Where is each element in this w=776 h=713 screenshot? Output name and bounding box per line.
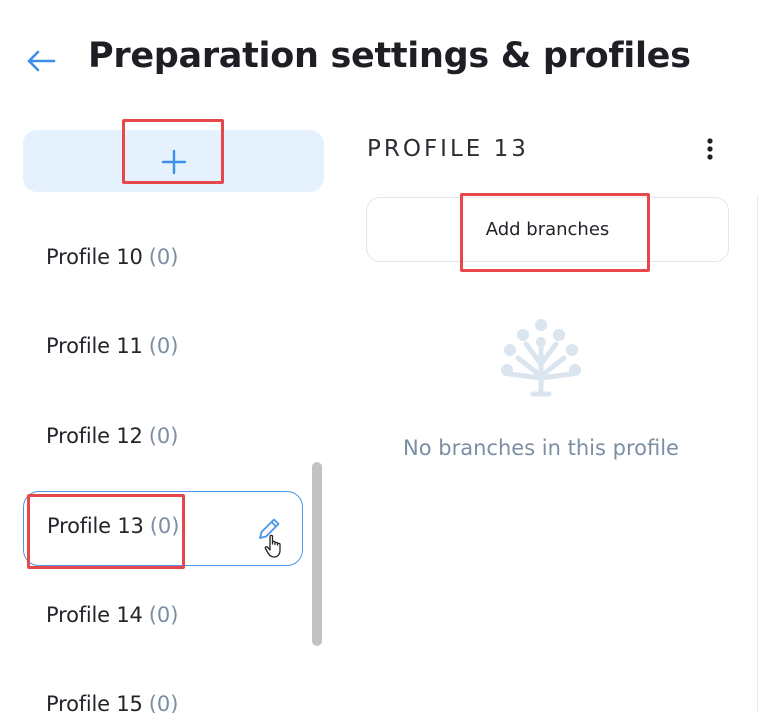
profile-count: (0): [148, 603, 179, 627]
profile-label: Profile 11 (0): [46, 334, 178, 358]
profile-name: Profile 10: [46, 245, 143, 269]
panel-divider: [757, 196, 758, 713]
profile-count: (0): [148, 424, 179, 448]
profile-item-12[interactable]: Profile 12 (0): [23, 402, 303, 475]
profile-label: Profile 10 (0): [46, 245, 178, 269]
profile-count: (0): [148, 334, 179, 358]
profile-list: Profile 10 (0) Profile 11 (0) Profile 12 (0…: [23, 214, 305, 713]
profile-heading: PROFILE 13: [367, 136, 529, 162]
profile-label: Profile 12 (0): [46, 424, 178, 448]
profile-item-11[interactable]: Profile 11 (0): [23, 312, 303, 385]
profile-label: Profile 13 (0): [47, 514, 179, 538]
scrollbar[interactable]: [309, 462, 323, 646]
profile-label: Profile 15 (0): [46, 692, 178, 713]
page: Preparation settings & profiles Profile …: [0, 0, 776, 713]
empty-state-message: No branches in this profile: [403, 436, 679, 460]
page-title: Preparation settings & profiles: [88, 36, 691, 76]
profile-name: Profile 13: [47, 514, 144, 538]
profile-name: Profile 12: [46, 424, 143, 448]
profile-item-14[interactable]: Profile 14 (0): [23, 581, 303, 654]
more-vertical-icon[interactable]: [700, 136, 720, 162]
hand-pointer-icon: [264, 534, 281, 558]
profile-name: Profile 15: [46, 692, 143, 713]
profile-name: Profile 14: [46, 603, 143, 627]
profile-item-15[interactable]: Profile 15 (0): [23, 670, 303, 713]
profile-label: Profile 14 (0): [46, 603, 178, 627]
profile-item-13[interactable]: Profile 13 (0): [23, 491, 303, 566]
profile-item-10[interactable]: Profile 10 (0): [23, 223, 303, 296]
profile-name: Profile 11: [46, 334, 143, 358]
scrollbar-thumb[interactable]: [312, 462, 322, 646]
profile-count: (0): [148, 692, 179, 713]
plus-icon: [161, 149, 187, 175]
tree-icon: [501, 319, 581, 397]
add-branches-button[interactable]: Add branches: [366, 197, 729, 262]
profile-count: (0): [148, 245, 179, 269]
profile-count: (0): [149, 514, 180, 538]
arrow-left-icon[interactable]: [24, 44, 58, 78]
add-profile-button[interactable]: [23, 130, 324, 192]
